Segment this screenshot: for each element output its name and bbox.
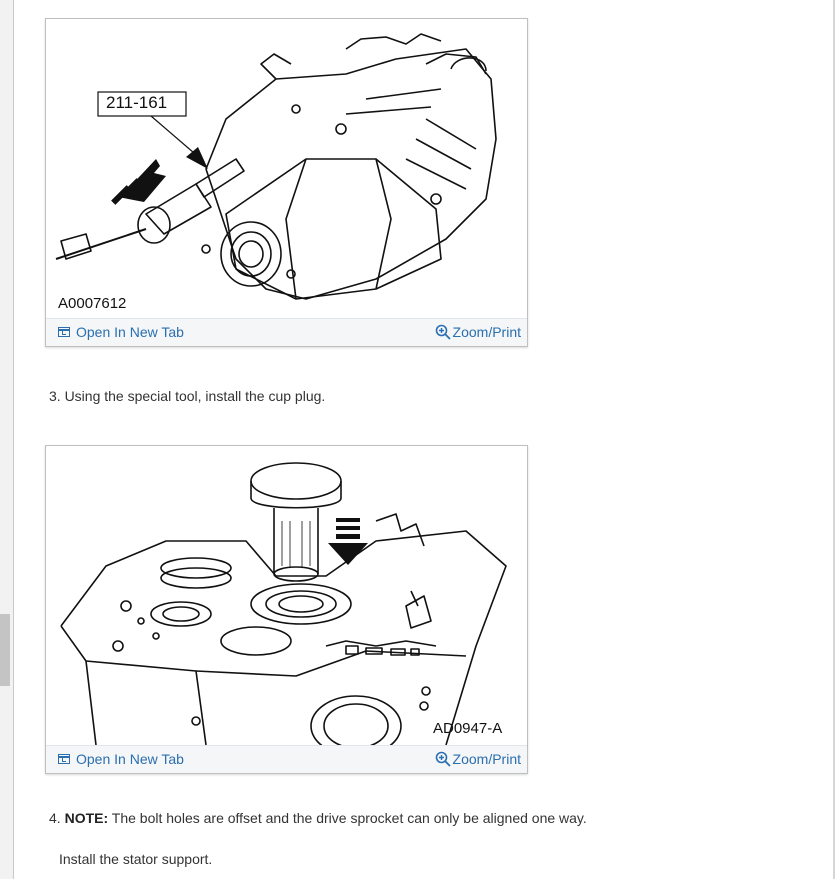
open-in-new-tab-label: Open In New Tab	[76, 751, 184, 767]
figure-1-illustration: 211-161 A0007612	[46, 19, 527, 318]
figure-2: AD0947-A Open In New Tab Zoom/Print	[45, 445, 528, 774]
open-in-new-tab-link[interactable]: Open In New Tab	[58, 751, 184, 767]
zoom-print-label: Zoom/Print	[452, 751, 521, 767]
step-3-text: 3. Using the special tool, install the c…	[49, 388, 326, 404]
note-label: NOTE:	[64, 810, 109, 826]
note-text: The bolt holes are offset and the drive …	[111, 810, 587, 826]
zoom-in-icon	[435, 751, 451, 767]
step-4-instruction: Install the stator support.	[59, 851, 213, 867]
step-4-note: 4. NOTE: The bolt holes are offset and t…	[49, 810, 587, 826]
figure-id-label: A0007612	[58, 295, 127, 312]
left-scrollbar-thumb[interactable]	[0, 614, 10, 686]
tool-number-label: 211-161	[106, 93, 168, 112]
zoom-print-link[interactable]: Zoom/Print	[435, 324, 521, 340]
figure-2-footer: Open In New Tab Zoom/Print	[46, 745, 527, 773]
new-tab-icon	[58, 754, 70, 764]
figure-1-footer: Open In New Tab Zoom/Print	[46, 318, 527, 346]
step-4-number: 4.	[49, 810, 61, 826]
open-in-new-tab-link[interactable]: Open In New Tab	[58, 324, 184, 340]
figure-id-label: AD0947-A	[433, 720, 503, 737]
stator-support-installer-drawing	[60, 462, 507, 745]
zoom-print-link[interactable]: Zoom/Print	[435, 751, 521, 767]
zoom-print-label: Zoom/Print	[452, 324, 521, 340]
open-in-new-tab-label: Open In New Tab	[76, 324, 184, 340]
transmission-cup-plug-tool-drawing	[55, 33, 497, 300]
figure-2-illustration: AD0947-A	[46, 446, 527, 745]
new-tab-icon	[58, 327, 70, 337]
zoom-in-icon	[435, 324, 451, 340]
figure-1: 211-161 A0007612 Open In New Tab Zoom/Pr…	[45, 18, 528, 347]
left-scrollbar-track[interactable]	[0, 0, 14, 879]
